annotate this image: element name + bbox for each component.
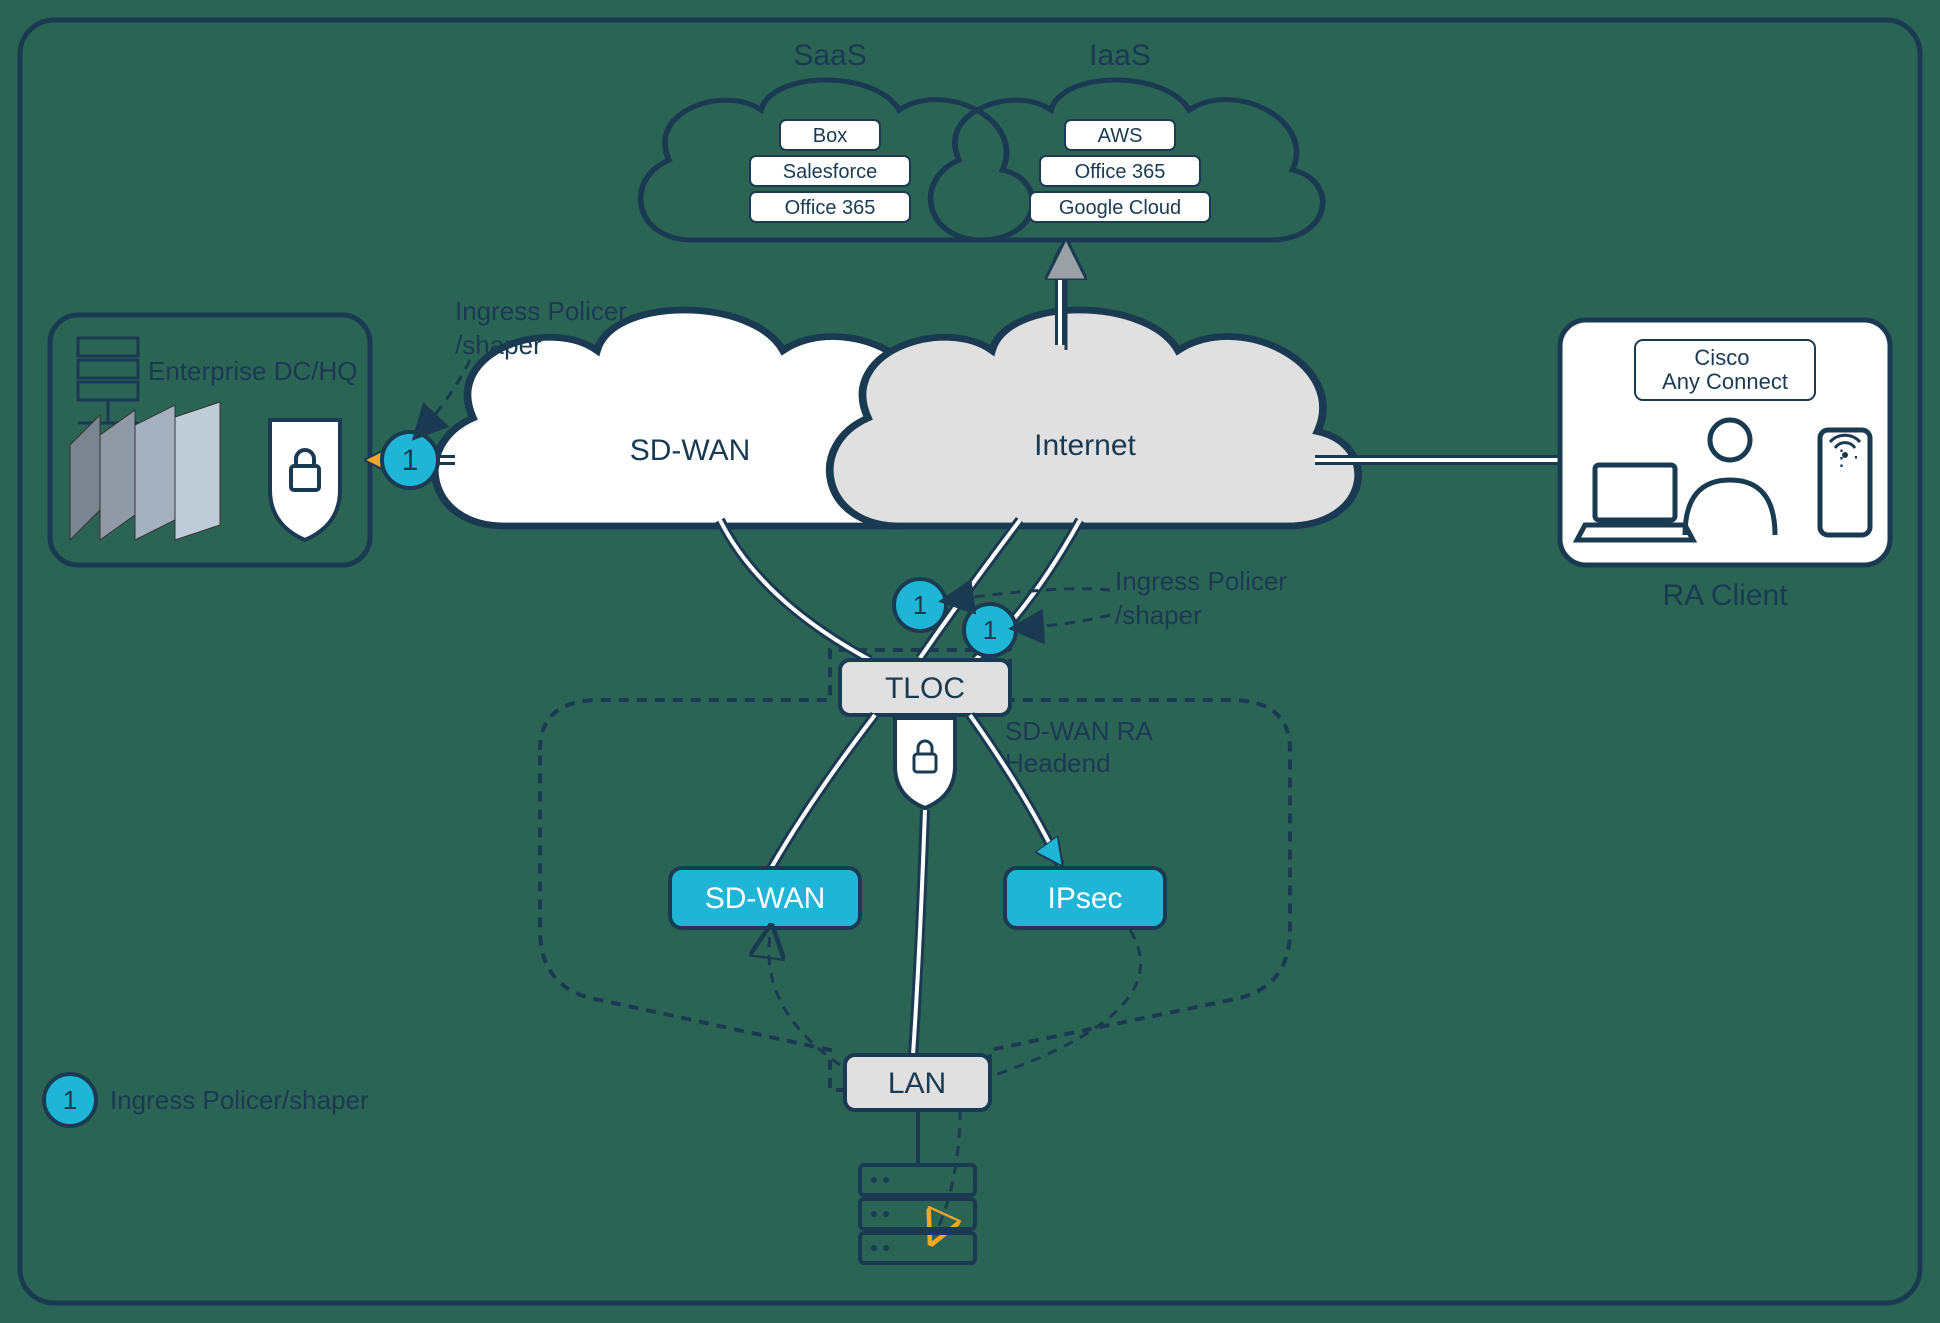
link-tloc-lan: [913, 810, 925, 1055]
saas-item-0: Box: [813, 125, 847, 147]
iaas-item-1: Office 365: [1075, 161, 1166, 183]
headend-ipsec-box: IPsec: [1005, 868, 1165, 928]
enterprise-dc-box: Enterprise DC/HQ: [50, 315, 370, 565]
internet-cloud: Internet: [830, 310, 1358, 526]
ra-client-label: RA Client: [1662, 579, 1788, 612]
internet-cloud-label: Internet: [1034, 429, 1136, 462]
iaas-label: IaaS: [1089, 39, 1151, 72]
svg-text:IPsec: IPsec: [1047, 882, 1122, 915]
saas-item-1: Salesforce: [783, 161, 878, 183]
iaas-item-2: Google Cloud: [1059, 197, 1181, 219]
legend: 1 Ingress Policer/shaper: [44, 1074, 369, 1126]
svg-text:1: 1: [983, 615, 997, 645]
link-lan-server-dash: [935, 1110, 960, 1235]
link-sdwan-tloc: [720, 520, 870, 660]
legend-text: Ingress Policer/shaper: [110, 1085, 369, 1115]
link-tloc-sdwan: [770, 715, 875, 870]
svg-text:1: 1: [63, 1085, 77, 1115]
policer-badge-tloc-1: 1: [894, 579, 946, 631]
iaas-item-0: AWS: [1098, 125, 1143, 147]
tloc-box: TLOC: [840, 660, 1010, 715]
server-icon: [860, 1165, 975, 1263]
saas-item-2: Office 365: [785, 197, 876, 219]
rack-icon: [78, 338, 138, 423]
svg-text:LAN: LAN: [888, 1067, 946, 1100]
policer-badge-tloc-2: 1: [964, 604, 1016, 656]
headend-sdwan-box: SD-WAN: [670, 868, 860, 928]
saas-cloud: SaaS Box Salesforce Office 365: [641, 39, 1033, 240]
lan-box: LAN: [845, 1055, 990, 1110]
svg-text:1: 1: [913, 590, 927, 620]
saas-label: SaaS: [793, 39, 866, 72]
firewall-icon: [270, 420, 340, 540]
enterprise-label: Enterprise DC/HQ: [148, 356, 358, 386]
sdwan-cloud-label: SD-WAN: [630, 434, 751, 467]
server-towers-icon: [70, 402, 220, 540]
link-ipsec-lan-dash: [995, 930, 1141, 1075]
tloc-shield-icon: [895, 718, 955, 808]
iaas-cloud: IaaS AWS Office 365 Google Cloud: [931, 39, 1323, 240]
svg-text:TLOC: TLOC: [885, 672, 965, 705]
ra-client-box: Cisco Any Connect ⋮⋅: [1560, 320, 1890, 565]
svg-text:1: 1: [402, 444, 419, 477]
policer-badge-dc: 1: [382, 432, 438, 488]
headend-label: SD-WAN RA Headend: [1005, 716, 1159, 778]
policer-label-mid: Ingress Policer /shaper: [1115, 566, 1294, 630]
svg-text:SD-WAN: SD-WAN: [705, 882, 826, 915]
